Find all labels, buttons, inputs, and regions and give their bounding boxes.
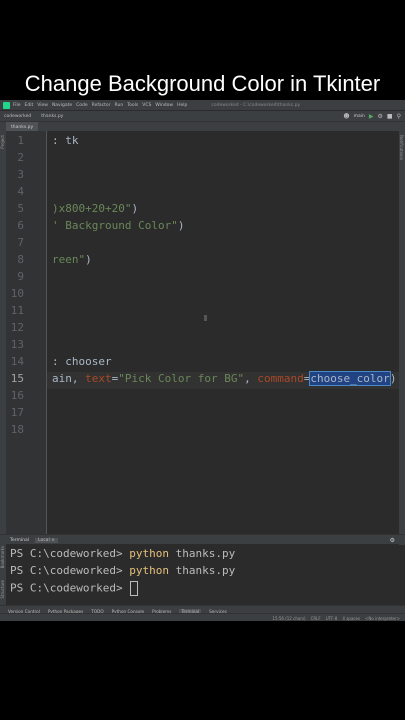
status-bar: 15:56 (12 chars) CRLF UTF-8 4 spaces <No… — [0, 613, 405, 621]
terminal-caret — [130, 581, 139, 596]
menu-tools[interactable]: Tools — [127, 103, 138, 108]
video-title: Change Background Color in Tkinter — [24, 71, 381, 96]
interpreter-selector[interactable]: <No interpreter> — [365, 616, 400, 621]
navigation-bar: codeworked thanks.py ☻ main ▶ ⚙ ■ ⚲ — [0, 110, 405, 121]
menu-bar: File Edit View Navigate Code Refactor Ru… — [0, 100, 405, 110]
line-number: 4 — [17, 185, 24, 198]
branch-selector[interactable]: main — [354, 114, 365, 119]
breadcrumb-file[interactable]: thanks.py — [41, 114, 63, 119]
caret-position[interactable]: 15:56 (12 chars) — [272, 616, 305, 621]
selected-text: choose_color — [309, 371, 391, 386]
toolbar-right: ☻ main ▶ ⚙ ■ ⚲ — [343, 113, 405, 120]
line-number: 6 — [17, 219, 24, 232]
menu-vcs[interactable]: VCS — [142, 103, 151, 108]
line-number: 9 — [17, 270, 24, 283]
line-number: 7 — [17, 236, 24, 249]
line-separator[interactable]: CRLF — [311, 616, 321, 621]
run-icon[interactable]: ▶ — [369, 113, 374, 120]
video-title-banner: Change Background Color in Tkinter — [0, 66, 405, 102]
terminal-tab-local[interactable]: Local — [35, 537, 58, 543]
debug-icon[interactable]: ⚙ — [378, 113, 383, 120]
line-number: 17 — [10, 406, 24, 419]
code-editor[interactable]: 1 2 3 4 5 6 7 8 9 10 11 12 13 14 15 16 1… — [6, 131, 399, 536]
line-number: 8 — [17, 253, 24, 266]
terminal-line: PS C:\codeworked> python thanks.py — [10, 547, 236, 560]
line-number: 18 — [10, 423, 24, 436]
code-line-8: reen") — [52, 253, 92, 266]
code-line-6: ' Background Color") — [52, 219, 185, 232]
menu-run[interactable]: Run — [115, 103, 124, 108]
menu-view[interactable]: View — [37, 103, 48, 108]
line-number: 1 — [17, 134, 24, 147]
breadcrumb-project[interactable]: codeworked — [4, 114, 31, 119]
line-number: 16 — [10, 389, 24, 402]
notifications-tool-strip: Notifications — [399, 131, 405, 536]
indent-setting[interactable]: 4 spaces — [342, 616, 360, 621]
project-tool-button[interactable]: Project — [0, 135, 5, 149]
ide-window: File Edit View Navigate Code Refactor Ru… — [0, 100, 405, 621]
line-number: 2 — [17, 151, 24, 164]
window-title-path: codeworked - C:\codeworked\thanks.py — [211, 102, 301, 108]
stop-icon[interactable]: ■ — [387, 113, 393, 120]
code-line-1: : tk — [52, 134, 79, 147]
code-line-14: : chooser — [52, 355, 112, 368]
mouse-cursor — [204, 315, 207, 321]
menu-help[interactable]: Help — [177, 103, 187, 108]
menu-navigate[interactable]: Navigate — [52, 103, 72, 108]
line-number: 5 — [17, 202, 24, 215]
code-line-15: ain, text="Pick Color for BG", command=c… — [52, 371, 397, 386]
line-number: 13 — [10, 338, 24, 351]
terminal-line: PS C:\codeworked> python thanks.py — [10, 564, 236, 577]
pycharm-logo-icon — [3, 101, 10, 109]
search-icon[interactable]: ⚲ — [397, 113, 401, 120]
file-encoding[interactable]: UTF-8 — [326, 616, 338, 621]
terminal-prompt-line: PS C:\codeworked> — [10, 581, 139, 596]
line-number-active: 15 — [10, 372, 24, 385]
menu-window[interactable]: Window — [155, 103, 173, 108]
user-icon[interactable]: ☻ — [343, 113, 349, 120]
notifications-tool-button[interactable]: Notifications — [399, 135, 404, 160]
menu-refactor[interactable]: Refactor — [92, 103, 111, 108]
line-number: 10 — [10, 287, 24, 300]
menu-edit[interactable]: Edit — [25, 103, 34, 108]
bookmarks-tool-button[interactable]: Bookmarks — [0, 546, 5, 568]
terminal-panel[interactable]: PS C:\codeworked> python thanks.py PS C:… — [6, 544, 399, 610]
terminal-title: Terminal — [10, 537, 30, 543]
menu-code[interactable]: Code — [76, 103, 88, 108]
line-number: 11 — [10, 304, 24, 317]
gear-icon[interactable]: ⚙ — [390, 537, 395, 544]
line-number: 14 — [10, 355, 24, 368]
structure-tool-button[interactable]: Structure — [0, 580, 5, 599]
line-number: 3 — [17, 168, 24, 181]
line-number: 12 — [10, 321, 24, 334]
code-line-5: )x800+20+20") — [52, 202, 139, 215]
menu-file[interactable]: File — [13, 103, 21, 108]
